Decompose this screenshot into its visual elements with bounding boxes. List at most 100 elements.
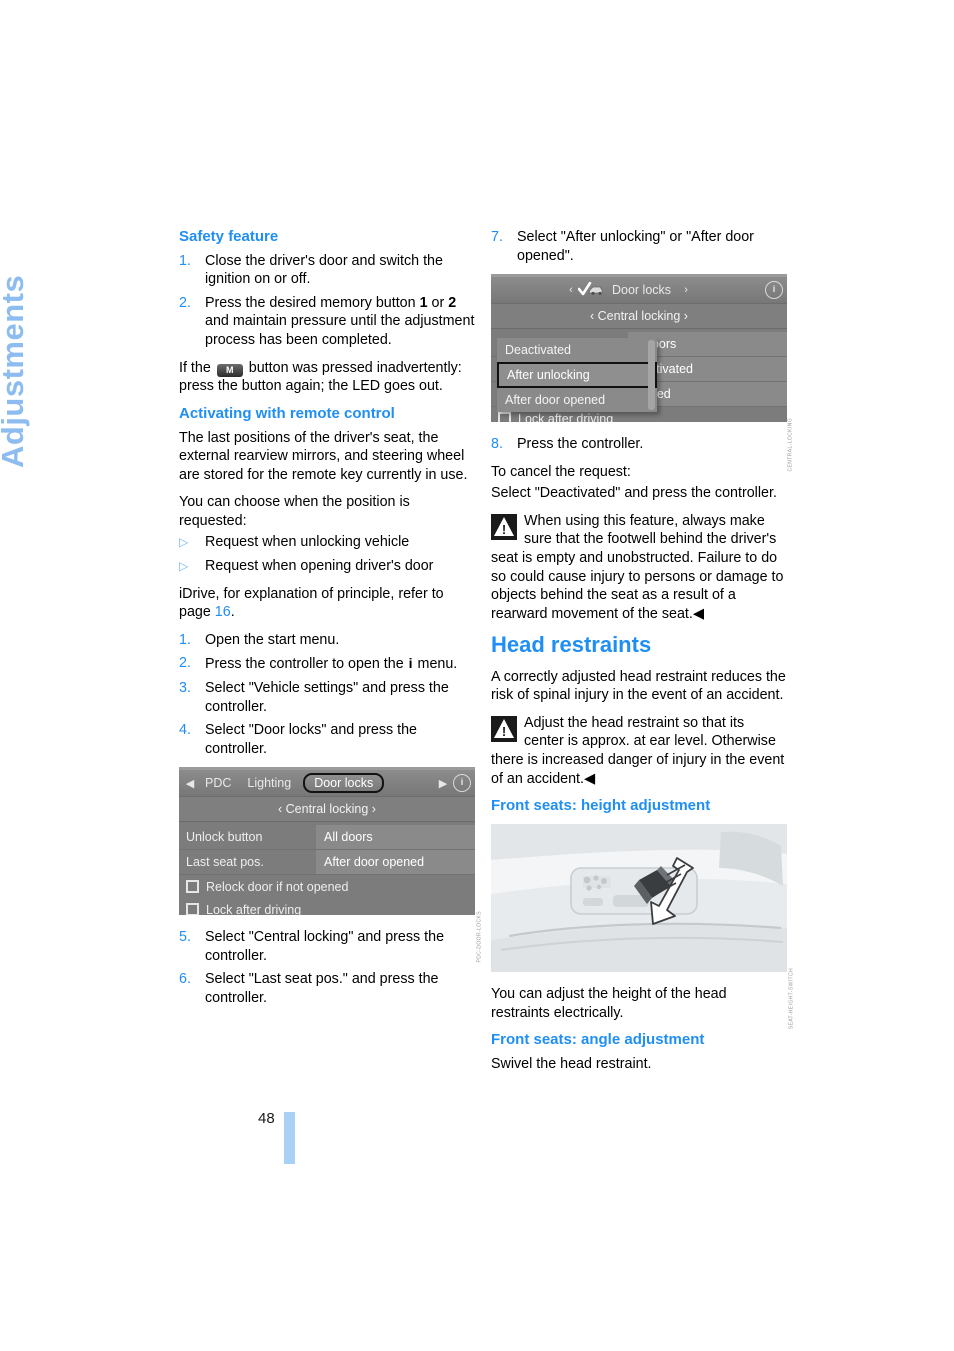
step-number: 7. (491, 229, 503, 245)
popup-scrollbar[interactable] (648, 340, 655, 411)
step-number: 1. (179, 631, 191, 648)
step-text: Select "Vehicle settings" and press the … (205, 679, 449, 715)
cancel-request-line-1: To cancel the request: (491, 463, 631, 480)
step-text: Select "Central locking" and press the c… (205, 929, 445, 964)
table-row[interactable]: Last seat pos. After door opened (179, 850, 475, 876)
seat-switch-photo (491, 823, 787, 972)
step-number: 2. (179, 655, 191, 672)
info-icon[interactable]: i (453, 774, 471, 793)
chapter-tab: Adjustments (0, 274, 30, 468)
memory-button-note: If the M button was pressed inadvertentl… (179, 359, 475, 396)
checkbox-row-relock[interactable]: Relock door if not opened (179, 875, 475, 898)
bullet-text: Request when opening driver's door (205, 558, 434, 575)
list-item: 3. Select "Vehicle settings" and press t… (179, 679, 475, 716)
checkbox-icon[interactable] (186, 903, 199, 916)
angle-adjust-paragraph: Swivel the head restraint. (491, 1055, 652, 1072)
popup-option-after-door-opened[interactable]: After door opened (497, 388, 657, 412)
heading-front-seats-angle: Front seats: angle adjustment (491, 1031, 705, 1049)
check-car-icon (577, 281, 604, 299)
step-text: Select "Door locks" and press the contro… (205, 722, 417, 757)
checkbox-label: Relock door if not opened (206, 879, 349, 894)
heading-activating-remote: Activating with remote control (179, 404, 395, 422)
next-arrow-icon[interactable]: ▶ (436, 777, 450, 790)
step-text: Press the controller to open the i menu. (205, 654, 475, 674)
warning-footwell: ! When using this feature, always make s… (491, 512, 787, 623)
prev-arrow-icon[interactable]: ‹ (564, 284, 578, 296)
list-item: 1. Close the driver's door and switch th… (179, 252, 475, 289)
bullet-text: Request when unlocking vehicle (205, 534, 410, 551)
height-adjust-paragraph: You can adjust the height of the head re… (491, 985, 727, 1021)
step-text: Press the desired memory button 1 or 2 a… (205, 294, 475, 349)
figure-code: CENTRAL-LOCKING (788, 418, 794, 472)
idrive-screen: ‹ Door locks › i ‹ Central locking › doo… (491, 274, 787, 423)
step-8-block: 8. Press the controller. (491, 435, 787, 454)
list-item: 6. Select "Last seat pos." and press the… (179, 970, 475, 1007)
list-item: ▷ Request when opening driver's door (179, 557, 475, 576)
idrive-selection-popup: Deactivated After unlocking After door o… (497, 338, 657, 413)
remote-paragraph-2: You can choose when the position is requ… (179, 494, 410, 529)
checkbox-icon[interactable] (186, 880, 199, 894)
list-item: 7. Select "After unlocking" or "After do… (491, 228, 787, 265)
idrive-reference: iDrive, for explanation of principle, re… (179, 585, 475, 622)
popup-option-deactivated[interactable]: Deactivated (497, 338, 657, 362)
idrive-settings-list: Unlock button All doors Last seat pos. A… (179, 822, 475, 916)
idrive-subtitle-central-locking: ‹ Central locking › (179, 797, 475, 823)
table-row[interactable]: Unlock button All doors (179, 825, 475, 851)
step-number: 1. (179, 252, 191, 269)
exclamation-glyph: ! (501, 521, 507, 537)
heading-head-restraints: Head restraints (491, 632, 652, 658)
step-text: Open the start menu. (205, 631, 340, 648)
warning-triangle-icon: ! (491, 513, 517, 540)
step-text: Press the controller. (517, 436, 644, 453)
page-link[interactable]: 16 (215, 604, 231, 620)
triangle-bullet-icon: ▷ (179, 535, 189, 550)
heading-safety-feature: Safety feature (179, 228, 279, 245)
setting-label: Unlock button (186, 830, 263, 845)
list-item: 5. Select "Central locking" and press th… (179, 928, 475, 965)
seat-switch-illustration (491, 823, 787, 972)
figure-code: SEAT-HEIGHT-SWITCH (788, 967, 794, 1030)
step-number: 5. (179, 929, 191, 946)
warning-text: When using this feature, always make sur… (491, 512, 784, 622)
warning-head-restraint: ! Adjust the head restraint so that its … (491, 714, 787, 788)
end-mark-icon: ◀ (584, 770, 595, 787)
idrive-tab-door-locks[interactable]: Door locks (303, 773, 385, 794)
idrive-tab-pdc[interactable]: PDC (197, 776, 239, 790)
left-column: Safety feature 1. Close the driver's doo… (179, 228, 482, 1017)
memory-m-button-icon: M (216, 363, 243, 377)
remote-paragraph-1: The last positions of the driver's seat,… (179, 429, 468, 483)
prev-arrow-icon[interactable]: ◀ (183, 777, 197, 790)
list-item: 8. Press the controller. (491, 435, 787, 454)
page-edge-bar (284, 1112, 295, 1164)
idrive-titlebar: ‹ Door locks › i (491, 277, 787, 305)
checkbox-icon[interactable] (498, 412, 511, 423)
step-text: Select "Last seat pos." and press the co… (205, 971, 439, 1006)
warning-triangle-icon: ! (491, 715, 517, 742)
cancel-request-line-2: Select "Deactivated" and press the contr… (491, 485, 777, 502)
idrive-tab-lighting[interactable]: Lighting (239, 776, 299, 790)
warning-text: Adjust the head restraint so that its ce… (491, 714, 785, 787)
setting-value[interactable]: After door opened (316, 850, 475, 875)
step-text-suffix: menu. (417, 656, 458, 673)
step-number: 6. (179, 971, 191, 988)
idrive-reference-period: . (230, 604, 235, 621)
step-number: 8. (491, 436, 503, 453)
figure-seat-height-switch: SEAT-HEIGHT-SWITCH (491, 823, 794, 1029)
end-mark-icon: ◀ (692, 605, 704, 622)
exclamation-glyph: ! (501, 723, 507, 739)
list-item: ▷ Request when unlocking vehicle (179, 533, 475, 552)
setting-value[interactable]: All doors (316, 825, 475, 850)
popup-option-after-unlocking[interactable]: After unlocking (497, 362, 657, 389)
figure-code: PDC-DOOR-LOCKS (476, 911, 482, 963)
idrive-title-door-locks: Door locks (611, 283, 672, 298)
idrive-tabbar: ◀ PDC Lighting Door locks ▶ i (179, 770, 475, 798)
next-arrow-icon[interactable]: › (679, 284, 693, 296)
checkbox-row-lock-after-driving[interactable]: Lock after driving (179, 898, 475, 916)
list-item: 2. Press the controller to open the i me… (179, 654, 475, 674)
head-restraints-paragraph: A correctly adjusted head restraint redu… (491, 668, 786, 704)
setting-label: Last seat pos. (186, 855, 264, 870)
note-prefix: If the (179, 359, 211, 376)
idrive-steps-5-6: 5. Select "Central locking" and press th… (179, 928, 475, 1007)
step-text: Select "After unlocking" or "After door … (517, 229, 754, 264)
info-icon[interactable]: i (765, 281, 784, 300)
